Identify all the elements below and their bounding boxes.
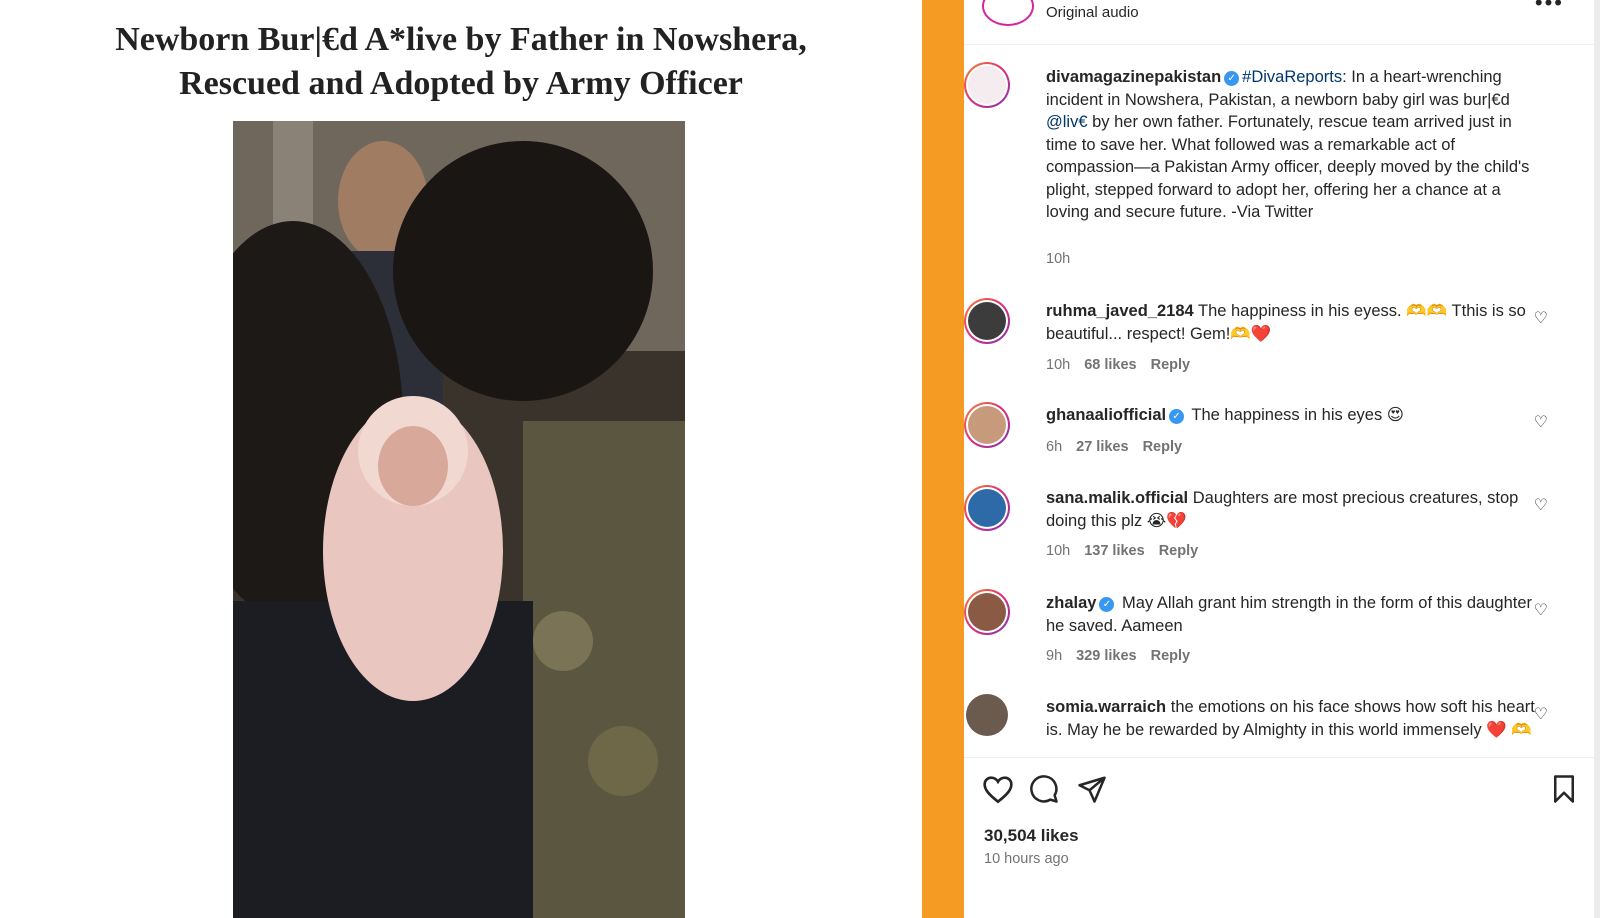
reply-button[interactable]: Reply	[1151, 357, 1191, 373]
original-audio-link[interactable]: Original audio	[1046, 4, 1139, 21]
verified-icon: ✓	[1099, 597, 1115, 612]
scrollbar[interactable]	[1594, 0, 1600, 918]
comment-text: sana.malik.official Daughters are most p…	[1046, 487, 1546, 532]
post-timestamp: 10 hours ago	[984, 851, 1069, 867]
comment-time: 10h	[1046, 357, 1071, 373]
post-header: Original audio •••	[964, 0, 1594, 45]
caption-avatar[interactable]	[964, 62, 1010, 108]
headline-line-1: Newborn Bur|€d A*live by Father in Nowsh…	[115, 21, 807, 58]
reply-button[interactable]: Reply	[1143, 439, 1183, 455]
comment-username[interactable]: ruhma_javed_2184	[1046, 302, 1194, 320]
comment-text: ghanaaliofficial ✓ The happiness in his e…	[1046, 404, 1546, 427]
comment-username[interactable]: sana.malik.official	[1046, 489, 1188, 507]
comment-time: 10h	[1046, 543, 1071, 559]
comment-avatar[interactable]	[966, 694, 1008, 736]
comment-meta: 6h 27 likes Reply	[1046, 439, 1196, 455]
comment-likes[interactable]: 27 likes	[1076, 439, 1128, 455]
caption-body-2: by her own father. Fortunately, rescue t…	[1046, 113, 1530, 221]
comment-text: somia.warraich the emotions on his face …	[1046, 696, 1546, 756]
author-avatar[interactable]	[982, 0, 1034, 26]
comment-username[interactable]: zhalay	[1046, 594, 1096, 612]
reply-button[interactable]: Reply	[1151, 648, 1191, 664]
post-likes-count[interactable]: 30,504 likes	[984, 826, 1079, 846]
mention-link[interactable]: @liv€	[1046, 113, 1088, 131]
like-comment-icon[interactable]: ♡	[1534, 412, 1548, 432]
like-comment-icon[interactable]: ♡	[1534, 704, 1548, 724]
comment-likes[interactable]: 329 likes	[1076, 648, 1136, 664]
comment-avatar[interactable]	[964, 298, 1010, 344]
comment-likes[interactable]: 68 likes	[1084, 357, 1136, 373]
headline-line-2: Rescued and Adopted by Army Officer	[179, 65, 743, 102]
post-actions: 30,504 likes 10 hours ago	[964, 757, 1594, 918]
comment-icon[interactable]	[1028, 774, 1060, 809]
like-comment-icon[interactable]: ♡	[1534, 600, 1548, 620]
more-options-icon[interactable]: •••	[1535, 0, 1564, 16]
comment-time: 6h	[1046, 439, 1063, 455]
verified-icon: ✓	[1224, 71, 1240, 86]
hashtag-link[interactable]: #DivaReports	[1242, 68, 1342, 86]
verified-icon: ✓	[1169, 409, 1185, 424]
save-icon[interactable]	[1550, 774, 1578, 809]
comment-meta: 10h 68 likes Reply	[1046, 357, 1204, 373]
post-media-area: Newborn Bur|€d A*live by Father in Nowsh…	[0, 0, 922, 918]
share-icon[interactable]	[1076, 774, 1108, 809]
caption-time: 10h	[1046, 251, 1071, 267]
video-frame[interactable]	[233, 121, 685, 918]
caption-text: divamagazinepakistan ✓ #DivaReports: In a …	[1046, 66, 1546, 224]
comment-meta: 10h 137 likes Reply	[1046, 543, 1212, 559]
like-icon[interactable]	[982, 774, 1014, 809]
video-still	[233, 121, 685, 918]
post-headline: Newborn Bur|€d A*live by Father in Nowsh…	[0, 18, 922, 106]
comment-username[interactable]: somia.warraich	[1046, 698, 1166, 716]
caption-meta: 10h	[1046, 251, 1084, 267]
comments-panel: Original audio ••• divamagazinepakistan ✓…	[964, 0, 1600, 918]
comment-meta: 9h 329 likes Reply	[1046, 648, 1204, 664]
like-comment-icon[interactable]: ♡	[1534, 495, 1548, 515]
like-comment-icon[interactable]: ♡	[1534, 308, 1548, 328]
comment-avatar[interactable]	[964, 485, 1010, 531]
reply-button[interactable]: Reply	[1159, 543, 1199, 559]
comment-text: ruhma_javed_2184 The happiness in his ey…	[1046, 300, 1546, 345]
post-border	[922, 0, 964, 918]
caption-username[interactable]: divamagazinepakistan	[1046, 68, 1221, 86]
comment-avatar[interactable]	[964, 589, 1010, 635]
comment-body: The happiness in his eyes 😍	[1191, 406, 1404, 424]
comment-time: 9h	[1046, 648, 1063, 664]
comment-username[interactable]: ghanaaliofficial	[1046, 406, 1166, 424]
comment-text: zhalay ✓ May Allah grant him strength in …	[1046, 592, 1546, 637]
comment-avatar[interactable]	[964, 402, 1010, 448]
comment-body: May Allah grant him strength in the form…	[1046, 594, 1533, 635]
comment-likes[interactable]: 137 likes	[1084, 543, 1144, 559]
